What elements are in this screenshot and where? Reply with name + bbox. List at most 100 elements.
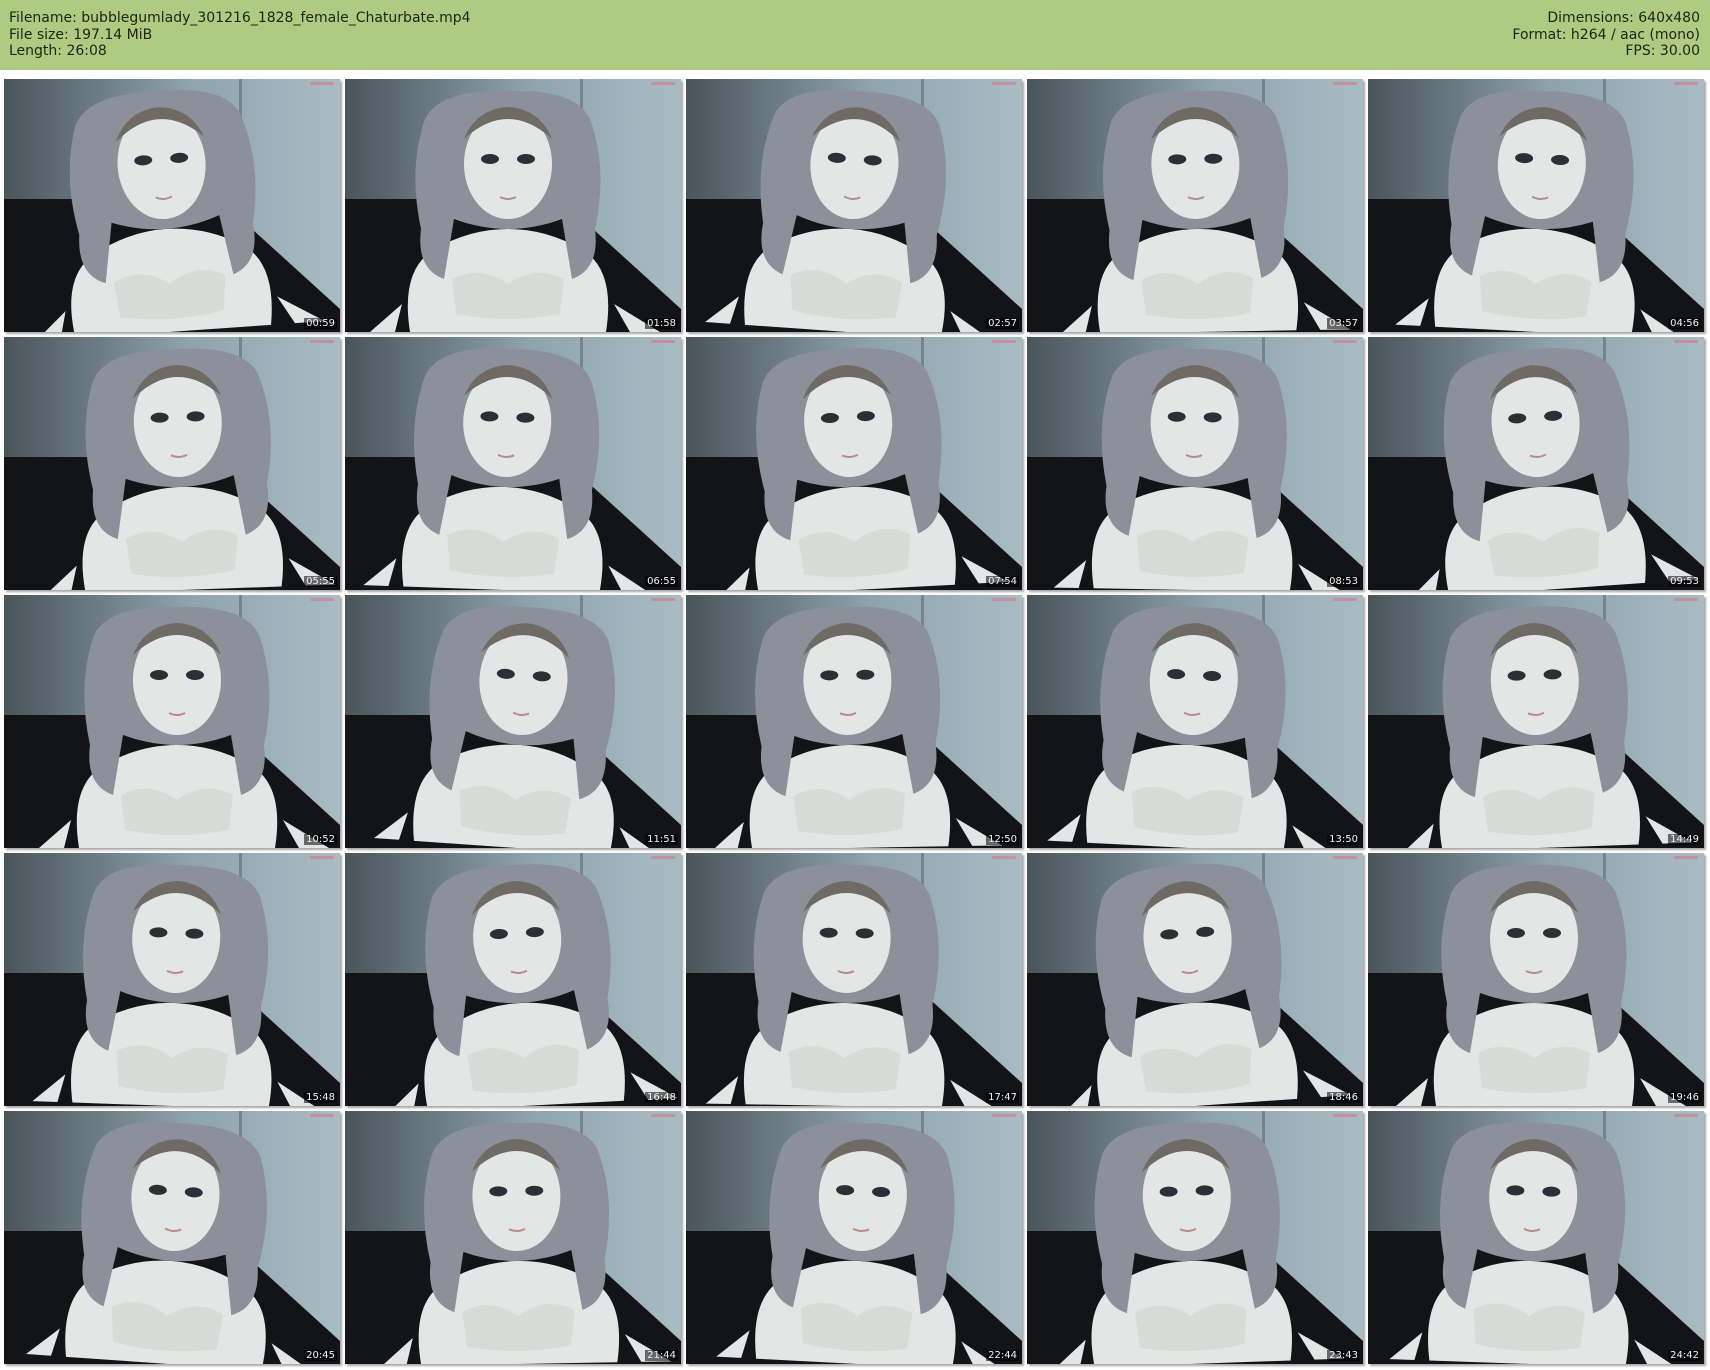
watermark-mark: [1333, 82, 1357, 85]
timestamp-label: 22:44: [986, 1350, 1019, 1361]
thumbnail: 23:43: [1027, 1111, 1363, 1364]
watermark-mark: [1333, 340, 1357, 343]
thumbnail-grid: 00:59 01:58 02:57 03:57 04:56 05:55 06:55 07:54…: [4, 79, 1704, 1364]
thumbnail: 07:54: [686, 337, 1022, 590]
video-frame-image: [345, 595, 681, 848]
watermark-mark: [1674, 1114, 1698, 1117]
thumbnail: 11:51: [345, 595, 681, 848]
watermark-mark: [1674, 856, 1698, 859]
watermark-mark: [992, 340, 1016, 343]
video-frame-image: [686, 595, 1022, 848]
watermark-mark: [651, 598, 675, 601]
thumbnail: 19:46: [1368, 853, 1704, 1106]
watermark-mark: [1674, 340, 1698, 343]
watermark-mark: [651, 856, 675, 859]
video-frame-image: [1027, 337, 1363, 590]
timestamp-label: 12:50: [986, 834, 1019, 845]
video-frame-image: [1027, 595, 1363, 848]
thumbnail: 09:53: [1368, 337, 1704, 590]
watermark-mark: [310, 1114, 334, 1117]
video-frame-image: [345, 79, 681, 332]
video-frame-image: [345, 1111, 681, 1364]
watermark-mark: [651, 82, 675, 85]
timestamp-label: 11:51: [645, 834, 678, 845]
timestamp-label: 00:59: [304, 318, 337, 329]
watermark-mark: [1674, 82, 1698, 85]
watermark-mark: [1333, 856, 1357, 859]
timestamp-label: 24:42: [1668, 1350, 1701, 1361]
thumbnail: 17:47: [686, 853, 1022, 1106]
video-frame-image: [4, 595, 340, 848]
watermark-mark: [992, 1114, 1016, 1117]
thumbnail: 24:42: [1368, 1111, 1704, 1364]
thumbnail: 08:53: [1027, 337, 1363, 590]
timestamp-label: 03:57: [1327, 318, 1360, 329]
watermark-mark: [1333, 598, 1357, 601]
watermark-mark: [651, 1114, 675, 1117]
watermark-mark: [992, 598, 1016, 601]
thumbnail: 12:50: [686, 595, 1022, 848]
video-frame-image: [686, 853, 1022, 1106]
video-frame-image: [345, 337, 681, 590]
format-line: Format: h264 / aac (mono): [1512, 26, 1700, 43]
thumbnail: 21:44: [345, 1111, 681, 1364]
video-frame-image: [1368, 595, 1704, 848]
video-frame-image: [4, 337, 340, 590]
thumbnail: 00:59: [4, 79, 340, 332]
video-frame-image: [1368, 337, 1704, 590]
video-frame-image: [4, 853, 340, 1106]
thumbnail: 13:50: [1027, 595, 1363, 848]
timestamp-label: 06:55: [645, 576, 678, 587]
video-frame-image: [4, 79, 340, 332]
thumbnail: 03:57: [1027, 79, 1363, 332]
watermark-mark: [992, 856, 1016, 859]
watermark-mark: [651, 340, 675, 343]
timestamp-label: 23:43: [1327, 1350, 1360, 1361]
thumbnail: 02:57: [686, 79, 1022, 332]
timestamp-label: 19:46: [1668, 1092, 1701, 1103]
timestamp-label: 08:53: [1327, 576, 1360, 587]
video-frame-image: [1368, 1111, 1704, 1364]
watermark-mark: [310, 82, 334, 85]
thumbnail: 16:48: [345, 853, 681, 1106]
watermark-mark: [1333, 1114, 1357, 1117]
file-info: Filename: bubblegumlady_301216_1828_fema…: [9, 10, 471, 60]
thumbnail: 10:52: [4, 595, 340, 848]
timestamp-label: 15:48: [304, 1092, 337, 1103]
filesize-line: File size: 197.14 MiB: [9, 26, 153, 43]
filename-line: Filename: bubblegumlady_301216_1828_fema…: [9, 10, 471, 26]
timestamp-label: 18:46: [1327, 1092, 1360, 1103]
timestamp-label: 04:56: [1668, 318, 1701, 329]
timestamp-label: 20:45: [304, 1350, 337, 1361]
video-frame-image: [4, 1111, 340, 1364]
stream-info: Dimensions: 640x480 Format: h264 / aac (…: [1512, 10, 1700, 60]
timestamp-label: 09:53: [1668, 576, 1701, 587]
watermark-mark: [1674, 598, 1698, 601]
timestamp-label: 05:55: [304, 576, 337, 587]
thumbnail: 14:49: [1368, 595, 1704, 848]
thumbnail: 15:48: [4, 853, 340, 1106]
timestamp-label: 17:47: [986, 1092, 1019, 1103]
timestamp-label: 07:54: [986, 576, 1019, 587]
video-frame-image: [686, 1111, 1022, 1364]
timestamp-label: 02:57: [986, 318, 1019, 329]
timestamp-label: 01:58: [645, 318, 678, 329]
watermark-mark: [992, 82, 1016, 85]
fps-line: FPS: 30.00: [1625, 43, 1700, 59]
thumbnail: 04:56: [1368, 79, 1704, 332]
video-frame-image: [1027, 79, 1363, 332]
thumbnail: 06:55: [345, 337, 681, 590]
thumbnail: 22:44: [686, 1111, 1022, 1364]
watermark-mark: [310, 598, 334, 601]
thumbnail: 18:46: [1027, 853, 1363, 1106]
thumbnail: 20:45: [4, 1111, 340, 1364]
video-frame-image: [1368, 853, 1704, 1106]
timestamp-label: 10:52: [304, 834, 337, 845]
timestamp-label: 21:44: [645, 1350, 678, 1361]
watermark-mark: [310, 340, 334, 343]
watermark-mark: [310, 856, 334, 859]
timestamp-label: 13:50: [1327, 834, 1360, 845]
video-frame-image: [1027, 853, 1363, 1106]
contact-sheet-header: Filename: bubblegumlady_301216_1828_fema…: [0, 0, 1710, 70]
video-frame-image: [1368, 79, 1704, 332]
